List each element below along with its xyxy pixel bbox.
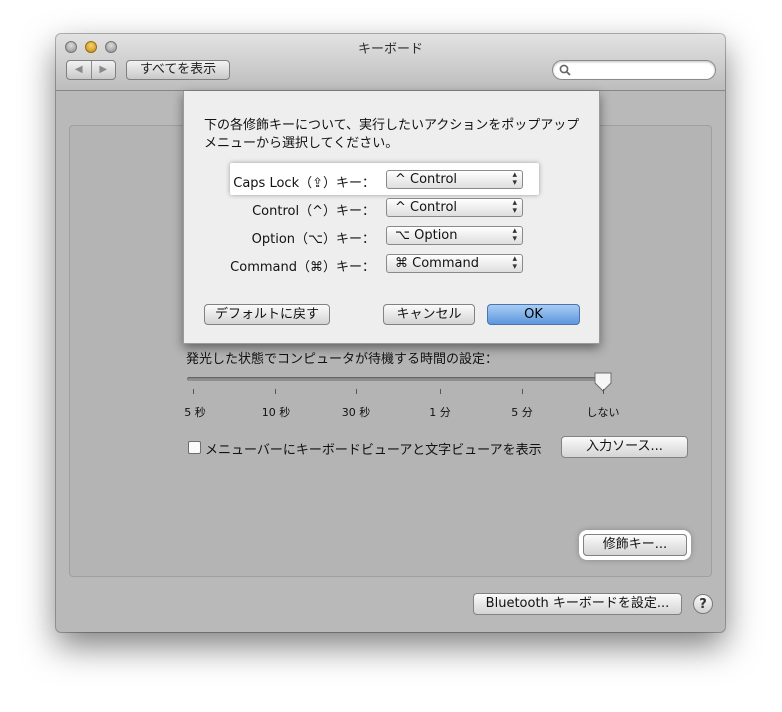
slider-tick-label: 30 秒 xyxy=(341,406,371,419)
help-icon[interactable]: ? xyxy=(693,594,713,614)
slider-tick xyxy=(603,389,604,394)
slider-tick-label: 1 分 xyxy=(429,406,451,419)
modifier-keys-button[interactable]: 修飾キー... xyxy=(583,534,687,556)
title-bar: キーボード ◀ ▶ すべてを表示 xyxy=(56,34,725,91)
input-sources-button[interactable]: 入力ソース... xyxy=(561,436,688,458)
control-popup[interactable]: ^ Control ▴ ▾ xyxy=(386,198,523,217)
slider-tick xyxy=(275,389,276,394)
bluetooth-keyboard-button[interactable]: Bluetooth キーボードを設定... xyxy=(473,593,682,615)
slider-label: 発光した状態でコンピュータが待機する時間の設定： xyxy=(186,352,499,367)
slider-tick xyxy=(193,389,194,394)
forward-arrow-icon[interactable]: ▶ xyxy=(92,61,116,79)
command-popup[interactable]: ⌘ Command ▴ ▾ xyxy=(386,254,523,273)
command-popup-value: ⌘ Command xyxy=(395,256,479,271)
caps-lock-popup-value: ^ Control xyxy=(395,172,458,187)
back-forward-control: ◀ ▶ xyxy=(66,60,116,80)
ok-button[interactable]: OK xyxy=(487,304,580,325)
search-icon xyxy=(559,64,571,76)
restore-defaults-button[interactable]: デフォルトに戻す xyxy=(204,304,330,325)
keyboard-viewer-checkbox[interactable] xyxy=(188,441,201,454)
option-popup-value: ⌥ Option xyxy=(395,228,458,243)
show-all-button[interactable]: すべてを表示 xyxy=(126,60,230,80)
option-popup[interactable]: ⌥ Option ▴ ▾ xyxy=(386,226,523,245)
slider-tick-label: 10 秒 xyxy=(261,406,291,419)
back-arrow-icon[interactable]: ◀ xyxy=(67,61,92,79)
slider-tick-label: 5 分 xyxy=(511,406,533,419)
modifier-keys-sheet: 下の各修飾キーについて、実行したいアクションをポップアップメニューから選択してく… xyxy=(183,91,600,344)
window-title: キーボード xyxy=(357,42,423,57)
popup-arrows-icon: ▴ ▾ xyxy=(512,198,517,216)
slider-tick xyxy=(440,389,441,394)
cancel-button[interactable]: キャンセル xyxy=(383,304,475,325)
keyboard-viewer-label: メニューバーにキーボードビューアと文字ビューアを表示 xyxy=(205,443,542,458)
sheet-instructions: 下の各修飾キーについて、実行したいアクションをポップアップメニューから選択してく… xyxy=(204,118,580,151)
slider-tick-label: しない xyxy=(586,406,620,419)
idle-time-slider[interactable] xyxy=(187,377,607,381)
slider-tick xyxy=(356,389,357,394)
popup-arrows-icon: ▴ ▾ xyxy=(512,254,517,272)
caps-lock-popup[interactable]: ^ Control ▴ ▾ xyxy=(386,170,523,189)
slider-tick xyxy=(522,389,523,394)
caps-lock-label: Caps Lock（⇪）キー： xyxy=(233,176,375,191)
search-field[interactable] xyxy=(552,60,716,80)
popup-arrows-icon: ▴ ▾ xyxy=(512,170,517,188)
control-label: Control（^）キー： xyxy=(252,204,375,219)
command-label: Command（⌘）キー： xyxy=(230,260,375,275)
popup-arrows-icon: ▴ ▾ xyxy=(512,226,517,244)
control-popup-value: ^ Control xyxy=(395,200,458,215)
slider-tick-label: 5 秒 xyxy=(184,406,206,419)
option-label: Option（⌥）キー： xyxy=(251,232,375,247)
